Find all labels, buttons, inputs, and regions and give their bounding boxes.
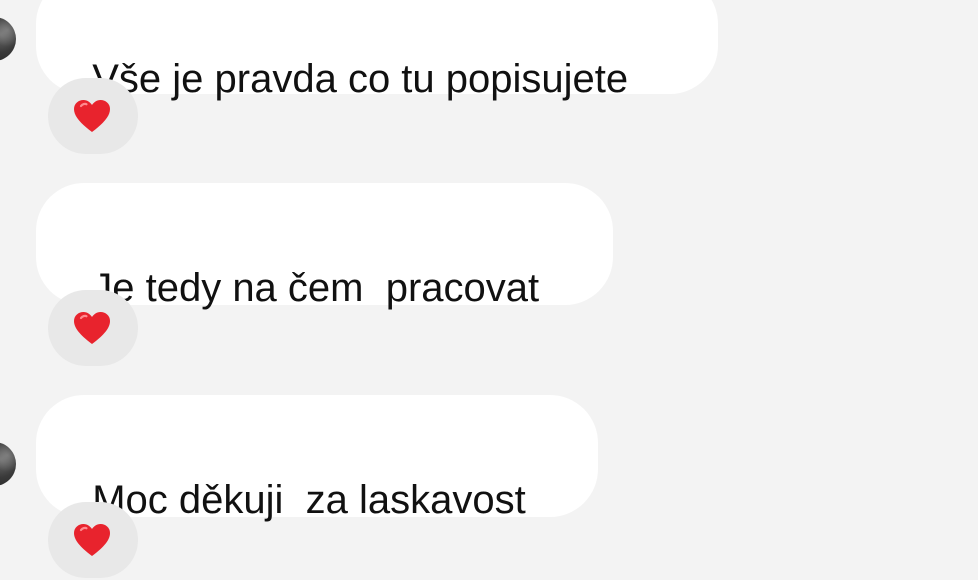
heart-icon [74,524,110,556]
sender-avatar[interactable] [0,442,16,486]
message-text: Vše je pravda co tu popisujete [92,57,629,101]
reaction-pill[interactable] [48,502,138,578]
sender-avatar[interactable] [0,17,16,61]
reaction-pill[interactable] [48,290,138,366]
message-text: Moc děkuji za laskavost [92,478,526,522]
heart-icon [74,312,110,344]
message-bubble[interactable]: Vše je pravda co tu popisujete [36,0,718,101]
reaction-pill[interactable] [48,78,138,154]
heart-icon [74,100,110,132]
message-text: Je tedy na čem pracovat [92,266,540,310]
message-bubble[interactable]: Moc děkuji za laskavost [36,395,598,522]
message-bubble[interactable]: Je tedy na čem pracovat [36,183,613,310]
